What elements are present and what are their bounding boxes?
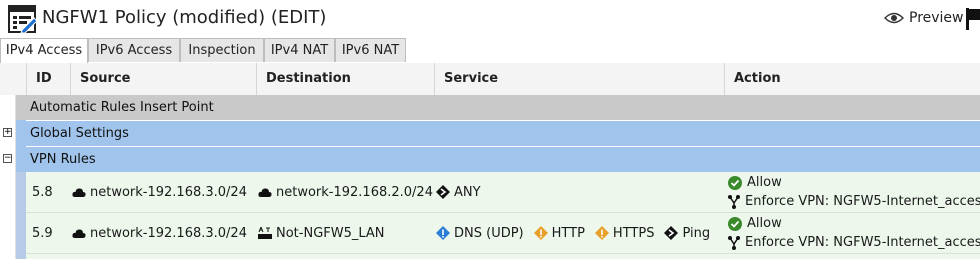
rule-service[interactable]: DNS (UDP) HTTP HTTPS Ping (436, 213, 710, 253)
rule-service[interactable]: ANY (436, 172, 481, 212)
action-value: Allow (747, 175, 782, 190)
column-header-action[interactable]: Action (724, 63, 980, 95)
policy-tabs: IPv4 Access IPv6 Access Inspection IPv4 … (0, 38, 980, 64)
service-value: Ping (682, 225, 711, 241)
section-insert-point[interactable]: Automatic Rules Insert Point (26, 95, 980, 120)
collapse-vpn-rules-icon[interactable]: − (3, 154, 12, 163)
service-value: HTTPS (612, 225, 655, 241)
section-lane (16, 146, 26, 172)
destination-value: network-192.168.2.0/24 (276, 184, 433, 200)
allow-check-icon (728, 175, 742, 190)
section-global-settings[interactable]: Global Settings (26, 120, 980, 146)
column-header-service[interactable]: Service (434, 63, 724, 95)
tab-ipv6-nat[interactable]: IPv6 NAT (335, 38, 406, 62)
expression-icon (258, 227, 272, 239)
section-lane (16, 95, 26, 120)
section-vpn-rules[interactable]: VPN Rules (26, 146, 980, 172)
rule-id: 5.8 (32, 184, 53, 200)
section-lane (16, 172, 26, 259)
policy-editor-icon (8, 5, 38, 37)
table-row[interactable]: 5.9 network-192.168.3.0/24 Not-NGFW5_LAN… (26, 213, 980, 254)
column-header-id[interactable]: ID (26, 63, 70, 95)
source-value: network-192.168.3.0/24 (90, 184, 247, 200)
expand-global-settings-icon[interactable]: + (3, 128, 12, 137)
column-header-source[interactable]: Source (70, 63, 256, 95)
destination-value: Not-NGFW5_LAN (276, 225, 385, 241)
table-header: ID Source Destination Service Action (0, 63, 980, 96)
rule-destination[interactable]: network-192.168.2.0/24 (258, 172, 433, 212)
service-value: DNS (UDP) (454, 225, 524, 241)
rules-table: ID Source Destination Service Action Aut… (0, 63, 980, 259)
https-service-icon (594, 226, 609, 240)
allow-check-icon (728, 216, 742, 231)
source-value: network-192.168.3.0/24 (90, 225, 247, 241)
service-value: HTTP (551, 225, 585, 241)
tab-ipv4-nat[interactable]: IPv4 NAT (264, 38, 335, 62)
action-value: Allow (747, 216, 782, 231)
preview-label: Preview (909, 10, 964, 26)
rule-id: 5.9 (32, 225, 53, 241)
vpn-branch-icon (728, 194, 740, 209)
http-service-icon (533, 226, 548, 240)
table-row-partial (26, 254, 980, 259)
column-header-destination[interactable]: Destination (256, 63, 434, 95)
tab-ipv4-access[interactable]: IPv4 Access (0, 38, 88, 63)
cloud-network-icon (72, 228, 86, 238)
preview-button[interactable]: Preview (884, 10, 964, 26)
any-service-icon (436, 185, 450, 199)
title-bar: NGFW1 Policy (modified) (EDIT) Preview (0, 0, 980, 38)
flag-icon[interactable] (966, 8, 980, 34)
tab-inspection[interactable]: Inspection (180, 38, 264, 62)
section-lane (16, 120, 26, 146)
table-row[interactable]: 5.8 network-192.168.3.0/24 network-192.1… (26, 172, 980, 213)
ping-service-icon (664, 226, 679, 240)
rule-vpn-action[interactable]: Enforce VPN: NGFW5-Internet_access (728, 235, 980, 250)
row-gutter (0, 95, 16, 259)
window-title: NGFW1 Policy (modified) (EDIT) (42, 7, 327, 28)
rule-source[interactable]: network-192.168.3.0/24 (72, 172, 247, 212)
rule-source[interactable]: network-192.168.3.0/24 (72, 213, 247, 253)
eye-icon (884, 12, 904, 24)
rule-action[interactable]: Allow (728, 216, 782, 231)
tab-ipv6-access[interactable]: IPv6 Access (88, 38, 180, 62)
dns-service-icon (436, 226, 450, 240)
vpn-value: Enforce VPN: NGFW5-Internet_access (745, 235, 980, 250)
rule-destination[interactable]: Not-NGFW5_LAN (258, 213, 385, 253)
rule-vpn-action[interactable]: Enforce VPN: NGFW5-Internet_access (728, 194, 980, 209)
service-value: ANY (454, 184, 481, 200)
cloud-network-icon (258, 187, 272, 197)
vpn-branch-icon (728, 235, 740, 250)
vpn-value: Enforce VPN: NGFW5-Internet_access (745, 194, 980, 209)
cloud-network-icon (72, 187, 86, 197)
rule-action[interactable]: Allow (728, 175, 782, 190)
